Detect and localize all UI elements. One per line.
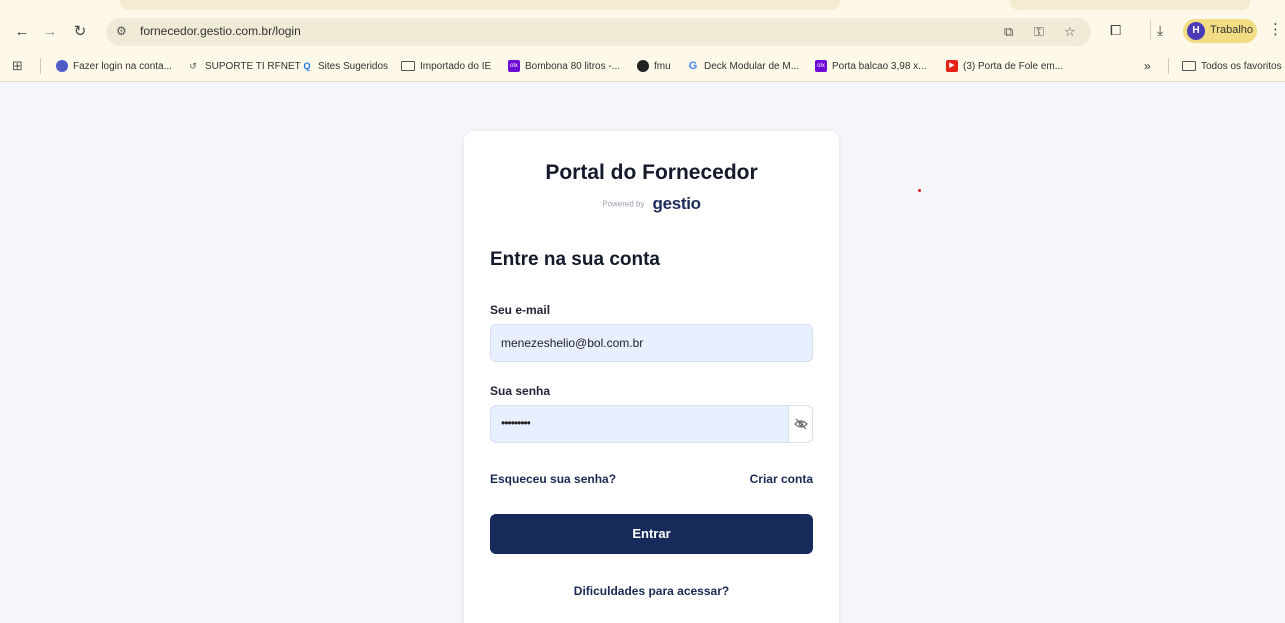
extensions-icon[interactable]: ⧠ bbox=[1110, 22, 1121, 39]
star-icon[interactable]: ☆ bbox=[1064, 24, 1076, 40]
all-bookmarks-folder[interactable]: Todos os favoritos bbox=[1182, 58, 1282, 74]
password-value: ••••••••• bbox=[501, 416, 531, 430]
address-url[interactable]: fornecedor.gestio.com.br/login bbox=[140, 24, 301, 38]
address-bar[interactable]: ⚙ fornecedor.gestio.com.br/login ⧉ ⚿ ☆ bbox=[106, 18, 1091, 46]
login-heading: Entre na sua conta bbox=[490, 249, 660, 270]
bookmark-label: Bombona 80 litros -... bbox=[525, 60, 621, 72]
bookmark-label: Sites Sugeridos bbox=[318, 60, 389, 72]
stray-dot bbox=[918, 189, 921, 192]
bookmark-label: Fazer login na conta... bbox=[73, 60, 172, 72]
bookmark-label: (3) Porta de Fole em... bbox=[963, 60, 1064, 72]
help-access-link[interactable]: Dificuldades para acessar? bbox=[464, 584, 839, 598]
profile-label: Trabalho bbox=[1210, 24, 1254, 36]
github-icon bbox=[637, 60, 649, 72]
powered-by: Powered by gestio bbox=[464, 194, 839, 214]
back-icon[interactable]: ← bbox=[12, 22, 32, 42]
menu-kebab-icon[interactable]: ⋮ bbox=[1268, 20, 1283, 38]
submit-button[interactable]: Entrar bbox=[490, 514, 813, 554]
bookmarks-divider bbox=[40, 58, 41, 74]
avatar: H bbox=[1187, 22, 1205, 40]
folder-icon bbox=[401, 61, 415, 71]
bookmark-label: Porta balcao 3,98 x... bbox=[832, 60, 927, 72]
powered-by-text: Powered by bbox=[602, 199, 645, 209]
bookmark-item[interactable]: olx Bombona 80 litros -... bbox=[508, 58, 620, 74]
gestio-logo: gestio bbox=[652, 194, 701, 213]
apps-grid-icon[interactable]: ⊞ bbox=[12, 58, 23, 74]
bookmark-label: Deck Modular de M... bbox=[704, 60, 800, 72]
browser-toolbar: ← → ↻ ⚙ fornecedor.gestio.com.br/login ⧉… bbox=[0, 14, 1285, 50]
login-card: Portal do Fornecedor Powered by gestio En… bbox=[464, 131, 839, 623]
youtube-icon: ▶ bbox=[946, 60, 958, 72]
password-key-icon[interactable]: ⚿ bbox=[1034, 24, 1044, 40]
email-label: Seu e-mail bbox=[490, 303, 551, 317]
tab-strip-right bbox=[1010, 0, 1250, 10]
bookmark-label: fmu bbox=[654, 60, 671, 72]
reload-icon[interactable]: ↻ bbox=[70, 22, 90, 42]
translate-icon[interactable]: ⧉ bbox=[1004, 24, 1013, 40]
tab-strip bbox=[0, 0, 1285, 10]
create-account-link[interactable]: Criar conta bbox=[750, 472, 813, 486]
bookmark-item[interactable]: Importado do IE bbox=[401, 58, 491, 74]
toggle-password-visibility-button[interactable] bbox=[788, 406, 812, 442]
bookmark-item[interactable]: G Deck Modular de M... bbox=[687, 58, 799, 74]
tab-strip-left bbox=[120, 0, 840, 10]
olx-icon: olx bbox=[815, 60, 827, 72]
page-title: Portal do Fornecedor bbox=[545, 161, 758, 184]
site-settings-icon[interactable]: ⚙ bbox=[116, 24, 127, 38]
bookmarks-overflow-button[interactable]: » bbox=[1144, 58, 1151, 74]
eye-off-icon bbox=[794, 418, 808, 430]
bookmark-label: Importado do IE bbox=[420, 60, 492, 72]
bookmarks-divider bbox=[1168, 58, 1169, 74]
folder-icon bbox=[1182, 61, 1196, 71]
bookmark-item[interactable]: fmu bbox=[637, 58, 671, 74]
password-label: Sua senha bbox=[490, 384, 551, 398]
bookmark-item[interactable]: ▶ (3) Porta de Fole em... bbox=[946, 58, 1063, 74]
forward-icon[interactable]: → bbox=[40, 22, 60, 42]
bookmarks-bar: ⊞ Fazer login na conta... ↺ SUPORTE TI R… bbox=[0, 54, 1285, 78]
search-icon: Q bbox=[303, 61, 311, 71]
email-field[interactable]: menezeshelio@bol.com.br bbox=[490, 324, 813, 362]
olx-icon: olx bbox=[508, 60, 520, 72]
link-icon: ↺ bbox=[189, 61, 197, 71]
bookmark-label: Todos os favoritos bbox=[1201, 60, 1282, 72]
toolbar-divider bbox=[1150, 20, 1151, 40]
bookmark-item[interactable]: ↺ SUPORTE TI RFNET bbox=[186, 58, 301, 74]
profile-button[interactable]: H Trabalho bbox=[1183, 19, 1257, 43]
bookmark-item[interactable]: Q Sites Sugeridos bbox=[301, 58, 388, 74]
teams-icon bbox=[56, 60, 68, 72]
email-value: menezeshelio@bol.com.br bbox=[501, 336, 644, 350]
google-icon: G bbox=[688, 60, 698, 72]
forgot-password-link[interactable]: Esqueceu sua senha? bbox=[490, 472, 616, 486]
bookmark-item[interactable]: olx Porta balcao 3,98 x... bbox=[815, 58, 927, 74]
browser-chrome: ← → ↻ ⚙ fornecedor.gestio.com.br/login ⧉… bbox=[0, 0, 1285, 82]
password-field[interactable]: ••••••••• bbox=[490, 405, 813, 443]
bookmark-item[interactable]: Fazer login na conta... bbox=[56, 58, 172, 74]
download-icon[interactable]: ⤓ bbox=[1157, 22, 1163, 39]
bookmark-label: SUPORTE TI RFNET bbox=[205, 60, 301, 72]
